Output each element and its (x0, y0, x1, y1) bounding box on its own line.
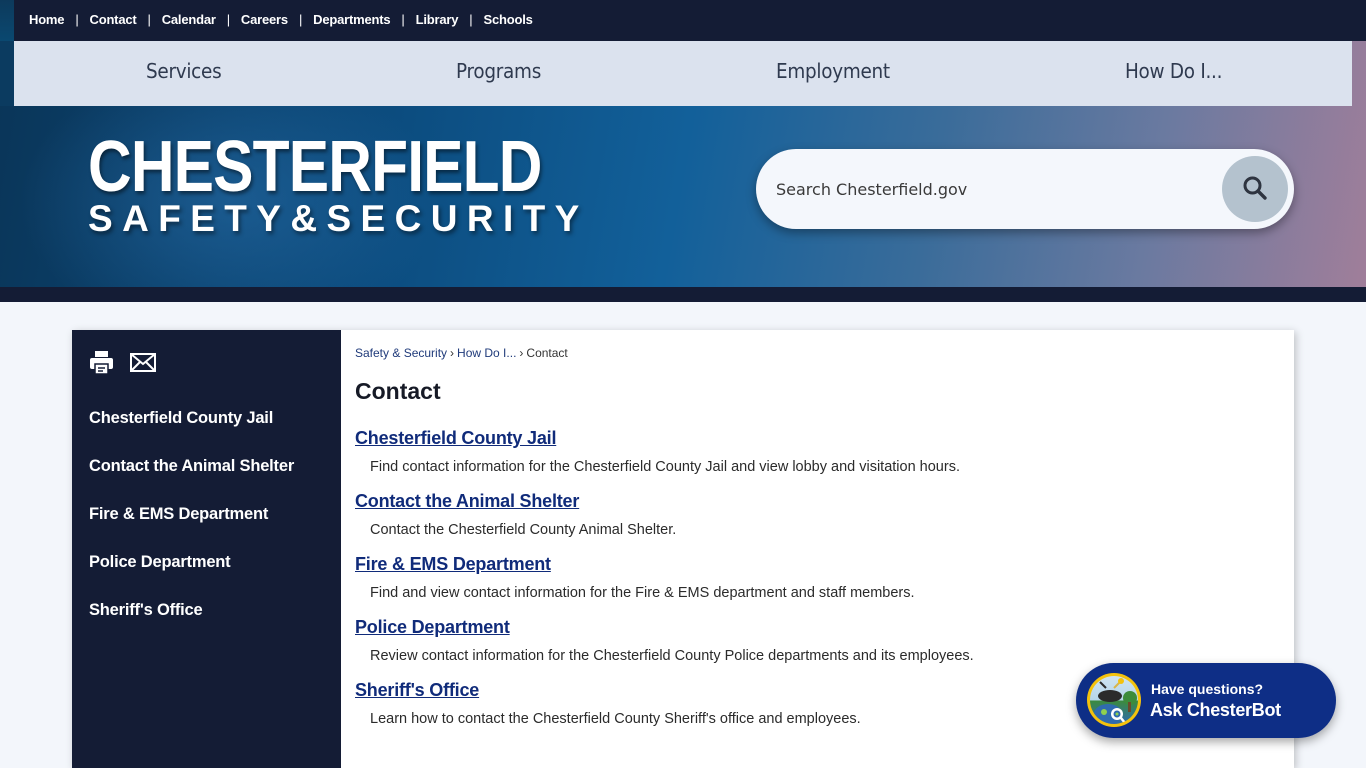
entry-link-animal-shelter[interactable]: Contact the Animal Shelter (355, 491, 676, 512)
sidebar-item-animal-shelter[interactable]: Contact the Animal Shelter (89, 457, 294, 476)
chatbot-button[interactable]: Have questions? Ask ChesterBot (1076, 663, 1336, 738)
list-item: Contact the Animal Shelter Contact the C… (355, 491, 676, 538)
list-item: Fire & EMS Department Find and view cont… (355, 554, 915, 601)
entry-link-sheriff[interactable]: Sheriff's Office (355, 680, 861, 701)
search-bar (756, 149, 1294, 229)
logo-title: CHESTERFIELD (88, 127, 542, 207)
breadcrumb: Safety & Security › How Do I... › Contac… (355, 346, 568, 360)
sidebar-item-county-jail[interactable]: Chesterfield County Jail (89, 409, 273, 428)
separator: | (226, 12, 230, 27)
utility-link-home[interactable]: Home (29, 12, 65, 27)
email-icon[interactable] (130, 350, 156, 380)
sidebar: Chesterfield County Jail Contact the Ani… (72, 330, 341, 768)
utility-link-schools[interactable]: Schools (483, 12, 532, 27)
chatbot-label: Ask ChesterBot (1150, 700, 1281, 720)
search-icon (1242, 175, 1268, 204)
separator: | (75, 12, 79, 27)
utility-nav: Home | Contact | Calendar | Careers | De… (29, 12, 533, 27)
main-nav: Services Programs Employment How Do I... (14, 41, 1352, 106)
separator: | (469, 12, 473, 27)
breadcrumb-separator: › (450, 346, 455, 360)
breadcrumb-separator: › (519, 346, 524, 360)
main-nav-employment[interactable]: Employment (776, 59, 890, 83)
utility-link-calendar[interactable]: Calendar (162, 12, 216, 27)
entry-link-police[interactable]: Police Department (355, 617, 974, 638)
separator: | (401, 12, 405, 27)
separator: | (147, 12, 151, 27)
entry-link-county-jail[interactable]: Chesterfield County Jail (355, 428, 960, 449)
sidebar-item-police[interactable]: Police Department (89, 553, 231, 572)
utility-link-careers[interactable]: Careers (241, 12, 288, 27)
list-item: Chesterfield County Jail Find contact in… (355, 428, 960, 475)
utility-link-contact[interactable]: Contact (90, 12, 137, 27)
utility-link-departments[interactable]: Departments (313, 12, 390, 27)
site-logo[interactable]: CHESTERFIELD SAFETY&SECURITY (88, 127, 628, 238)
breadcrumb-safety-security[interactable]: Safety & Security (355, 346, 447, 360)
main-nav-services[interactable]: Services (146, 59, 222, 83)
breadcrumb-current: Contact (526, 346, 568, 360)
main-nav-how-do-i[interactable]: How Do I... (1125, 59, 1222, 83)
utility-link-library[interactable]: Library (416, 12, 459, 27)
chatbot-prompt: Have questions? (1151, 681, 1264, 697)
page-title: Contact (355, 378, 441, 404)
breadcrumb-how-do-i[interactable]: How Do I... (457, 346, 516, 360)
chesterbot-icon (1090, 676, 1138, 724)
entry-description: Find contact information for the Chester… (370, 459, 960, 475)
sidebar-item-fire-ems[interactable]: Fire & EMS Department (89, 505, 268, 524)
main-nav-programs[interactable]: Programs (456, 59, 541, 83)
entry-link-fire-ems[interactable]: Fire & EMS Department (355, 554, 915, 575)
list-item: Police Department Review contact informa… (355, 617, 974, 664)
separator: | (298, 12, 303, 27)
entry-description: Contact the Chesterfield County Animal S… (370, 522, 677, 538)
entry-description: Find and view contact information for th… (370, 585, 915, 601)
entry-description: Learn how to contact the Chesterfield Co… (370, 711, 861, 727)
list-item: Sheriff's Office Learn how to contact th… (355, 680, 861, 727)
sidebar-item-sheriff[interactable]: Sheriff's Office (89, 601, 203, 620)
header-divider (0, 287, 1366, 302)
utility-bar: Home | Contact | Calendar | Careers | De… (0, 0, 1366, 41)
search-input[interactable] (776, 173, 1216, 205)
entry-description: Review contact information for the Chest… (370, 648, 974, 664)
search-button[interactable] (1222, 156, 1288, 222)
chatbot-avatar (1087, 673, 1141, 727)
print-icon[interactable] (89, 350, 114, 380)
page-tools (89, 350, 156, 380)
